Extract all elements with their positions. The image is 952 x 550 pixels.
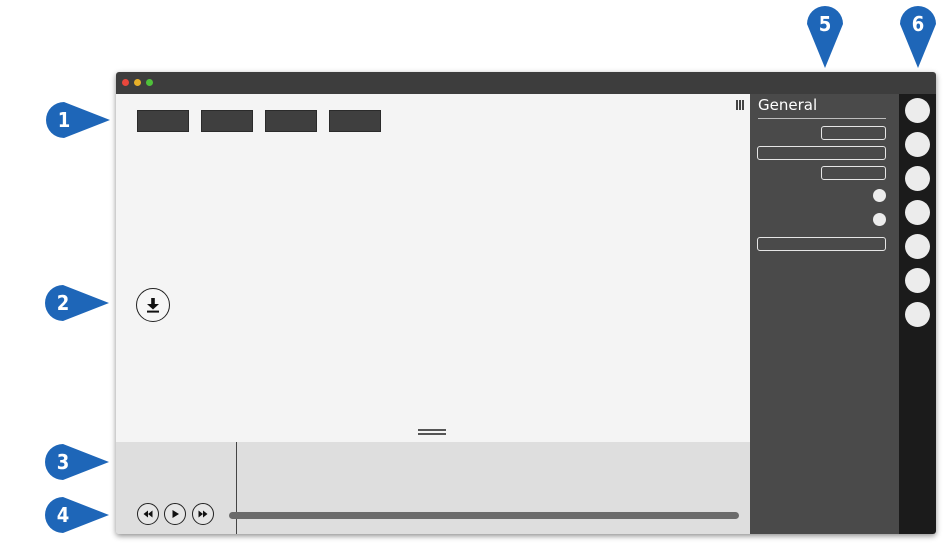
callout-6: 6 [900, 6, 936, 68]
callout-2: 2 [45, 285, 109, 325]
timeline-scrubber[interactable] [229, 512, 739, 519]
toggle[interactable] [873, 189, 886, 202]
app-window: General [116, 72, 936, 534]
callout-3: 3 [45, 444, 109, 484]
callout-label: 4 [56, 503, 70, 527]
playback-panel [116, 442, 750, 534]
panel-collapse-handle[interactable] [736, 100, 744, 110]
toolbar-button-4[interactable] [329, 110, 381, 132]
callout-label: 6 [911, 12, 925, 36]
callout-label: 1 [57, 108, 71, 132]
rail-button-6[interactable] [905, 268, 930, 293]
panel-divider [236, 442, 237, 534]
rail-button-2[interactable] [905, 132, 930, 157]
main-canvas [116, 94, 750, 442]
title-divider [758, 118, 886, 119]
toggle[interactable] [873, 213, 886, 226]
toolbar-button-3[interactable] [265, 110, 317, 132]
short-field[interactable] [821, 166, 886, 180]
rail-button-3[interactable] [905, 166, 930, 191]
fast-forward-icon [198, 510, 208, 518]
fast-forward-button[interactable] [192, 503, 214, 525]
maximize-button[interactable] [146, 79, 153, 86]
rewind-icon [143, 510, 153, 518]
rail-button-5[interactable] [905, 234, 930, 259]
callout-label: 5 [818, 12, 832, 36]
settings-panel: General [750, 94, 899, 534]
close-button[interactable] [122, 79, 129, 86]
split-drag-handle[interactable] [418, 429, 446, 435]
toolbar-button-1[interactable] [137, 110, 189, 132]
download-button[interactable] [136, 288, 170, 322]
wide-field[interactable] [757, 146, 886, 160]
settings-title: General [758, 96, 818, 114]
play-icon [172, 510, 179, 518]
short-field[interactable] [821, 126, 886, 140]
rail-button-4[interactable] [905, 200, 930, 225]
play-button[interactable] [164, 503, 186, 525]
minimize-button[interactable] [134, 79, 141, 86]
wide-field[interactable] [757, 237, 886, 251]
icon-rail [899, 94, 936, 534]
rail-button-7[interactable] [905, 302, 930, 327]
title-bar[interactable] [116, 72, 936, 94]
callout-label: 2 [56, 291, 70, 315]
callout-label: 3 [56, 450, 70, 474]
callout-5: 5 [807, 6, 843, 68]
callout-4: 4 [45, 497, 109, 537]
rewind-button[interactable] [137, 503, 159, 525]
rail-button-1[interactable] [905, 98, 930, 123]
download-icon [147, 298, 159, 313]
toolbar-button-2[interactable] [201, 110, 253, 132]
callout-1: 1 [46, 102, 110, 142]
